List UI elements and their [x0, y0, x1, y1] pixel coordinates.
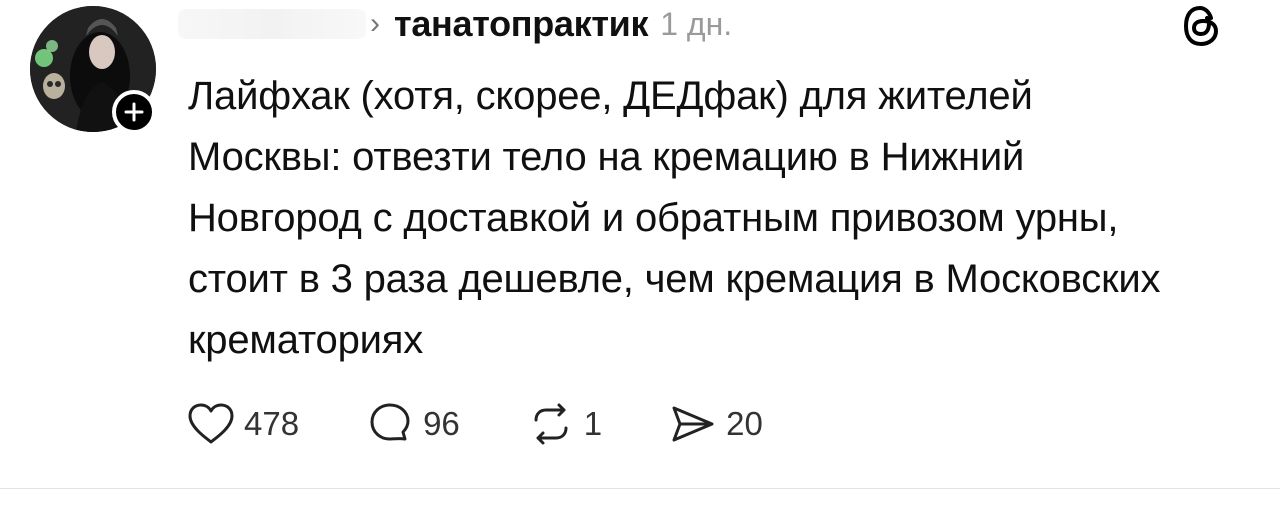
chevron-right-icon: › [370, 7, 380, 40]
threads-logo-icon[interactable] [1182, 4, 1220, 48]
share-button[interactable]: 20 [668, 402, 763, 446]
comment-count: 96 [423, 405, 460, 442]
action-bar: 478 96 1 20 [186, 400, 829, 448]
post-timestamp: 1 дн. [660, 5, 733, 42]
repost-icon [534, 403, 568, 445]
repost-button[interactable]: 1 [526, 402, 602, 446]
comment-button[interactable]: 96 [365, 402, 460, 446]
plus-icon [124, 102, 144, 122]
post-header: › танатопрактик 1 дн. [178, 0, 732, 48]
redacted-name [178, 9, 366, 39]
post-body: Лайфхак (хотя, скорее, ДЕДфак) для жител… [188, 74, 1161, 362]
repost-count: 1 [583, 405, 603, 442]
follow-button[interactable] [112, 90, 156, 134]
send-icon [672, 406, 714, 442]
heart-icon [188, 403, 234, 444]
like-count: 478 [244, 405, 300, 442]
like-button[interactable]: 478 [186, 402, 299, 446]
comment-bubble-icon [370, 403, 410, 441]
share-count: 20 [726, 405, 763, 442]
post-divider [0, 488, 1280, 489]
author-username[interactable]: танатопрактик [394, 3, 649, 45]
